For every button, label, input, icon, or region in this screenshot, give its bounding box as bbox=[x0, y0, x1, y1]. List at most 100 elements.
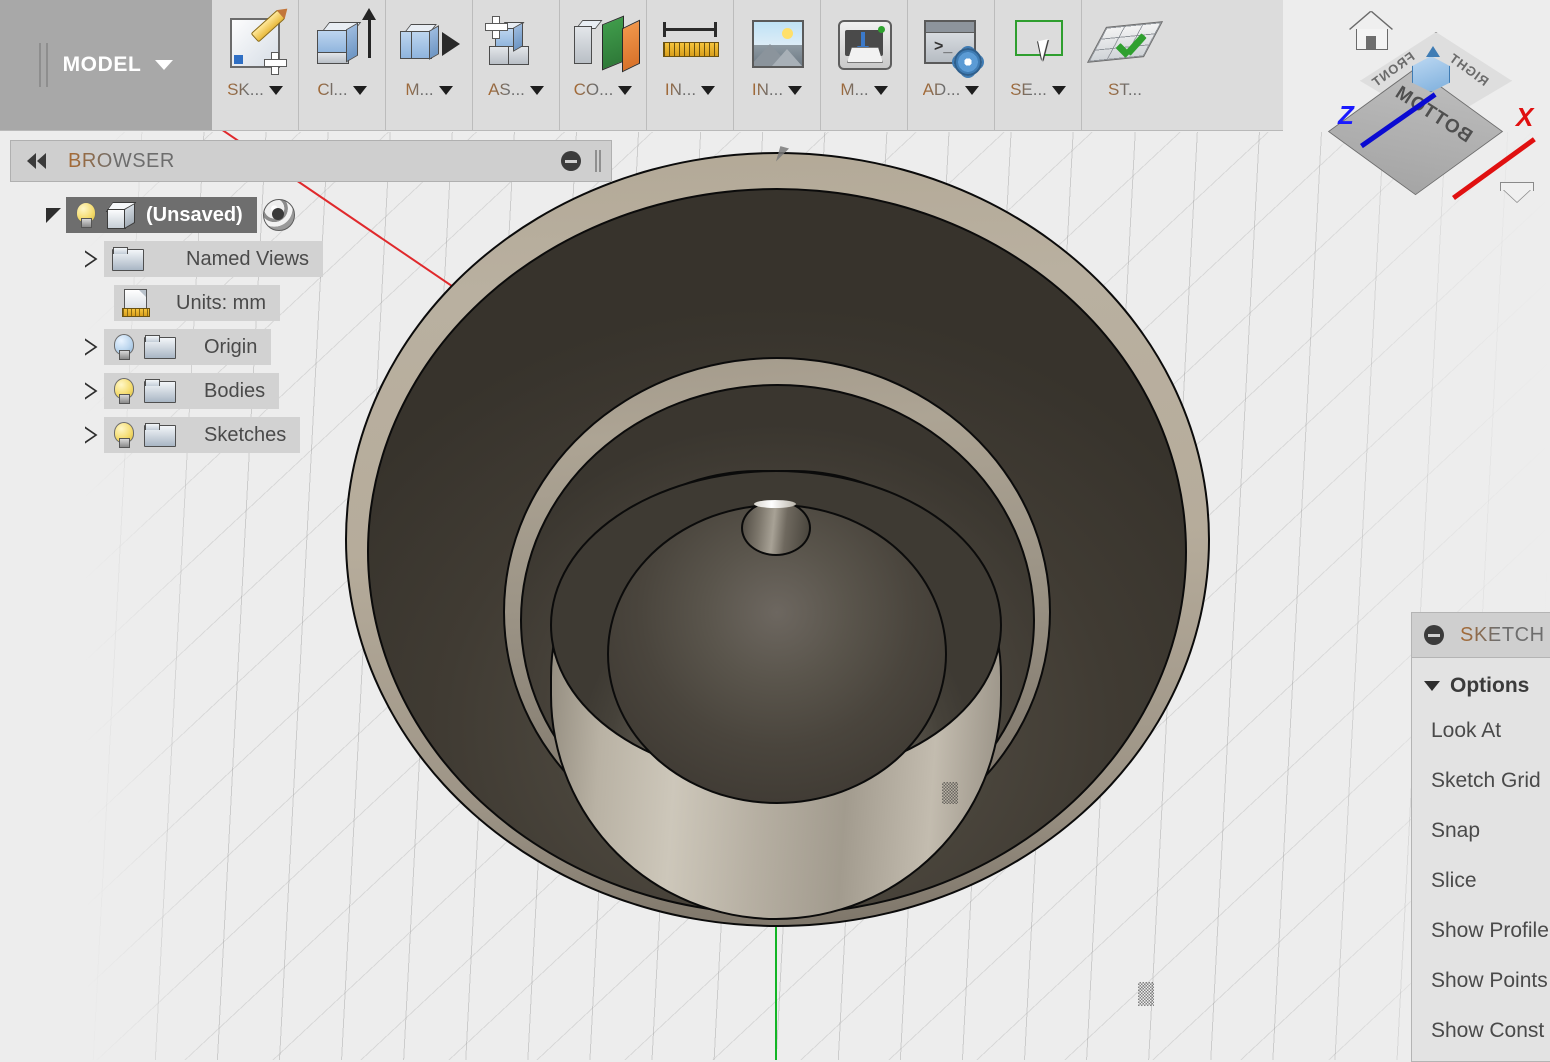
tree-item-origin[interactable]: Origin bbox=[78, 325, 400, 369]
toolbar-button-construct[interactable]: CO... bbox=[560, 0, 646, 130]
toolbar-group-construct: CO... bbox=[560, 0, 647, 130]
sketch-option-show-constraints[interactable]: Show Const bbox=[1412, 1006, 1550, 1056]
chevron-down-icon bbox=[1051, 85, 1066, 95]
toolbar-button-create[interactable]: Cl... bbox=[299, 0, 385, 130]
toolbar-group-stop-sketch: ST... bbox=[1082, 0, 1168, 130]
chevron-down-icon bbox=[788, 85, 803, 95]
twisty-collapsed-icon[interactable] bbox=[78, 250, 104, 268]
browser-title: BROWSER bbox=[68, 149, 175, 172]
toolbar-button-assemble[interactable]: AS... bbox=[473, 0, 559, 130]
select-window-icon bbox=[1007, 16, 1069, 74]
folder-icon bbox=[144, 335, 176, 359]
workspace-label: MODEL bbox=[62, 53, 142, 76]
tree-item-units[interactable]: Units: mm bbox=[114, 281, 400, 325]
inspect-measure-icon bbox=[659, 16, 721, 74]
model-body[interactable] bbox=[345, 152, 1210, 927]
toolbar-label: IN... bbox=[751, 80, 784, 99]
viewcube-dropdown-icon[interactable] bbox=[1500, 182, 1534, 202]
toolbar-group-modify: M... bbox=[386, 0, 473, 130]
viewcube-axis-z-label: Z bbox=[1338, 100, 1354, 130]
visibility-bulb-icon[interactable] bbox=[112, 378, 134, 404]
viewcube-orientation-arrow-icon bbox=[1426, 46, 1440, 57]
toolbar-label: M... bbox=[840, 80, 869, 99]
folder-icon bbox=[144, 423, 176, 447]
toolbar-group-addins: >_ AD... bbox=[908, 0, 995, 130]
viewport-artifact-marker bbox=[942, 782, 958, 804]
toolbar-label: AS... bbox=[488, 80, 525, 99]
assemble-component-icon bbox=[485, 16, 547, 74]
toolbar-button-stop-sketch[interactable]: ST... bbox=[1082, 0, 1168, 130]
toolbar-group-assemble: AS... bbox=[473, 0, 560, 130]
viewcube[interactable]: FRONT RIGHT BOTTOM Z X bbox=[1327, 4, 1550, 216]
sketch-option-show-points[interactable]: Show Points bbox=[1412, 956, 1550, 1006]
visibility-bulb-icon[interactable] bbox=[112, 334, 134, 360]
minimize-icon[interactable] bbox=[1424, 625, 1444, 645]
sketch-palette: SKETCH Options Look At Sketch Grid Snap … bbox=[1411, 612, 1550, 1062]
tree-item-sketches[interactable]: Sketches bbox=[78, 413, 400, 457]
toolbar-button-make[interactable]: M... bbox=[821, 0, 907, 130]
viewport-artifact-marker bbox=[1138, 982, 1154, 1006]
browser-panel-header: BROWSER bbox=[10, 140, 612, 182]
sketch-option-snap[interactable]: Snap bbox=[1412, 806, 1550, 856]
create-sketch-icon bbox=[224, 9, 287, 75]
toolbar-button-modify[interactable]: M... bbox=[386, 0, 472, 130]
browser-tree: (Unsaved) Named Views Units: mm Origin B… bbox=[40, 193, 400, 457]
sketch-option-slice[interactable]: Slice bbox=[1412, 856, 1550, 906]
model-center-hole bbox=[741, 500, 811, 556]
double-left-arrow-icon[interactable] bbox=[27, 153, 46, 169]
toolbar-button-select[interactable]: SE... bbox=[995, 0, 1081, 130]
folder-icon bbox=[112, 247, 144, 271]
chevron-down-icon bbox=[438, 85, 453, 95]
tree-item-bodies[interactable]: Bodies bbox=[78, 369, 400, 413]
toolbar-button-insert[interactable]: IN... bbox=[734, 0, 820, 130]
twisty-collapsed-icon[interactable] bbox=[78, 338, 104, 356]
sketch-option-show-profile[interactable]: Show Profile bbox=[1412, 906, 1550, 956]
twisty-collapsed-icon[interactable] bbox=[78, 426, 104, 444]
add-ins-script-icon: >_ bbox=[920, 16, 982, 76]
activate-component-icon[interactable] bbox=[262, 199, 295, 231]
twisty-expanded-icon[interactable] bbox=[40, 207, 66, 223]
stop-sketch-icon bbox=[1086, 16, 1164, 74]
viewcube-axis-x-label: X bbox=[1516, 102, 1534, 132]
workspace-switcher[interactable]: MODEL bbox=[0, 0, 212, 130]
main-toolbar: MODEL SK... Cl... M... AS... CO... IN...… bbox=[0, 0, 1283, 131]
sketch-option-sketch-grid[interactable]: Sketch Grid bbox=[1412, 756, 1550, 806]
sketch-palette-title: SKETCH bbox=[1460, 623, 1545, 646]
tree-item-label: Named Views bbox=[186, 247, 310, 270]
toolbar-label: SK... bbox=[227, 80, 264, 99]
twisty-collapsed-icon[interactable] bbox=[78, 382, 104, 400]
sketch-options-section[interactable]: Options bbox=[1412, 658, 1550, 706]
minimize-icon[interactable] bbox=[561, 151, 581, 171]
tree-item-named-views[interactable]: Named Views bbox=[78, 237, 400, 281]
toolbar-button-sketch[interactable]: SK... bbox=[212, 0, 298, 130]
toolbar-button-inspect[interactable]: IN... bbox=[647, 0, 733, 130]
tree-item-label: Sketches bbox=[204, 423, 287, 446]
toolbar-label: SE... bbox=[1010, 80, 1047, 99]
insert-image-icon bbox=[746, 16, 808, 74]
viewcube-body[interactable]: FRONT RIGHT BOTTOM bbox=[1327, 26, 1536, 201]
units-doc-icon bbox=[122, 289, 150, 317]
chevron-down-icon bbox=[155, 60, 174, 70]
panel-grip-icon[interactable] bbox=[595, 150, 597, 172]
visibility-bulb-icon[interactable] bbox=[74, 202, 96, 228]
tree-item-unsaved[interactable]: (Unsaved) bbox=[40, 193, 400, 237]
tree-item-label: Bodies bbox=[204, 379, 266, 402]
cube-icon bbox=[105, 201, 137, 230]
sketch-options-label: Options bbox=[1450, 674, 1530, 697]
chevron-down-icon bbox=[268, 85, 283, 95]
toolbar-group-sketch: SK... bbox=[212, 0, 299, 130]
tree-item-label: Origin bbox=[204, 335, 258, 358]
toolbar-label: Cl... bbox=[317, 80, 348, 99]
toolbar-group-insert: IN... bbox=[734, 0, 821, 130]
folder-icon bbox=[144, 379, 176, 403]
tree-item-label: (Unsaved) bbox=[146, 203, 243, 226]
toolbar-button-addins[interactable]: >_ AD... bbox=[908, 0, 994, 130]
toolbar-group-select: SE... bbox=[995, 0, 1082, 130]
tree-item-label: Units: mm bbox=[176, 291, 266, 314]
toolbar-label: CO... bbox=[573, 80, 614, 99]
model-hole-highlight bbox=[754, 500, 796, 508]
visibility-bulb-icon[interactable] bbox=[112, 422, 134, 448]
chevron-down-icon bbox=[873, 85, 888, 95]
toolbar-group-make: M... bbox=[821, 0, 908, 130]
sketch-option-look-at[interactable]: Look At bbox=[1412, 706, 1550, 756]
